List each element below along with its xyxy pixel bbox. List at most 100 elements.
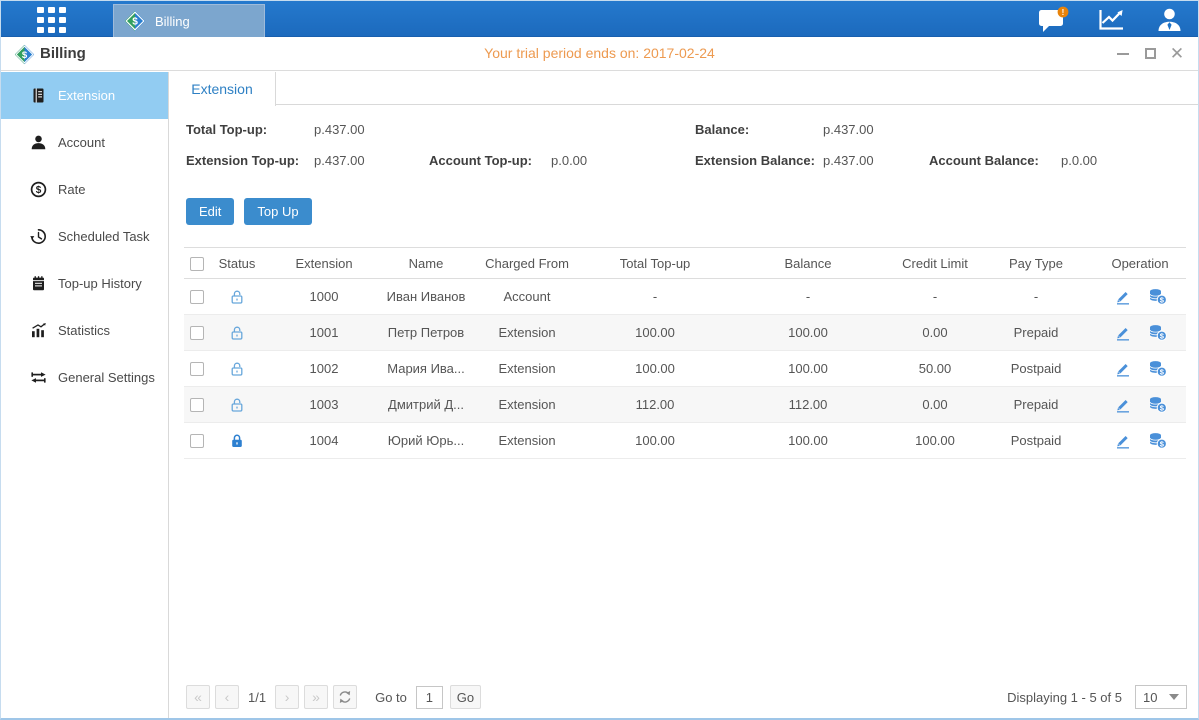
main-content: Extension Total Top-up: p.437.00 Balance… [169,72,1199,718]
topbar-billing-tab[interactable]: $ Billing [113,4,265,37]
edit-row-icon[interactable] [1114,433,1132,449]
top-up-row-icon[interactable]: $ [1148,432,1167,449]
cell-extension: 1003 [264,387,384,423]
cell-credit-limit: 0.00 [892,387,978,423]
displaying-info: Displaying 1 - 5 of 5 [1007,690,1122,705]
top-up-row-icon[interactable]: $ [1148,324,1167,341]
extension-balance-value: p.437.00 [823,153,874,168]
top-up-row-icon[interactable]: $ [1148,396,1167,413]
extensions-table: Status Extension Name Charged From Total… [184,247,1186,459]
sidebar-item-general-settings[interactable]: General Settings [1,354,168,401]
last-page-button[interactable]: » [304,685,328,709]
edit-row-icon[interactable] [1114,289,1132,305]
unlocked-icon [229,397,245,413]
tab-bar: Extension [169,72,1199,105]
sidebar-item-topup-history[interactable]: Top-up History [1,260,168,307]
col-pay-type: Pay Type [978,248,1094,279]
cell-charged-from: Extension [468,387,586,423]
cell-balance: 100.00 [724,423,892,459]
page-size-select[interactable]: 10 [1135,685,1187,709]
row-checkbox[interactable] [190,326,204,340]
cell-extension: 1001 [264,315,384,351]
cell-credit-limit: 50.00 [892,351,978,387]
apps-grid-icon[interactable] [37,7,67,33]
prev-page-button[interactable]: ‹ [215,685,239,709]
col-balance: Balance [724,248,892,279]
next-page-button[interactable]: › [275,685,299,709]
svg-text:$: $ [36,185,42,196]
cell-pay-type: Postpaid [978,423,1094,459]
billing-summary: Total Top-up: p.437.00 Balance: p.437.00… [186,122,1199,184]
cell-balance: 112.00 [724,387,892,423]
cell-charged-from: Extension [468,315,586,351]
cell-pay-type: Postpaid [978,351,1094,387]
sidebar-item-statistics[interactable]: Statistics [1,307,168,354]
pagination-bar: « ‹ 1/1 › » Go to Go Displaying 1 [186,684,1187,710]
goto-page-input[interactable] [416,686,443,709]
maximize-button[interactable] [1143,47,1157,61]
extension-topup-label: Extension Top-up: [186,153,299,168]
sidebar-item-scheduled-task[interactable]: Scheduled Task [1,213,168,260]
edit-row-icon[interactable] [1114,361,1132,377]
sidebar-item-account[interactable]: Account [1,119,168,166]
cell-total-topup: 100.00 [586,423,724,459]
sidebar-item-label: Account [58,135,105,150]
messages-icon[interactable]: ! [1024,4,1082,34]
edit-row-icon[interactable] [1114,325,1132,341]
billing-diamond-icon: $ [124,10,146,32]
cell-extension: 1000 [264,279,384,315]
col-extension: Extension [264,248,384,279]
billing-app-window: $ Billing ! [0,0,1199,720]
top-up-row-icon[interactable]: $ [1148,288,1167,305]
cell-name: Мария Ива... [384,351,468,387]
statistics-chart-icon[interactable] [1082,4,1140,34]
edit-row-icon[interactable] [1114,397,1132,413]
cell-extension: 1002 [264,351,384,387]
svg-text:$: $ [22,50,28,61]
topup-history-icon [30,275,47,292]
general-settings-icon [30,369,47,386]
notification-badge: ! [1061,7,1064,16]
cell-name: Иван Иванов [384,279,468,315]
top-up-button[interactable]: Top Up [244,198,311,225]
tab-extension[interactable]: Extension [169,72,276,106]
extension-balance-label: Extension Balance: [695,153,815,168]
table-header-row: Status Extension Name Charged From Total… [184,248,1186,279]
go-button[interactable]: Go [450,685,481,709]
close-button[interactable]: ✕ [1170,47,1184,61]
col-charged-from: Charged From [468,248,586,279]
extension-topup-value: p.437.00 [314,153,365,168]
topbar-tab-label: Billing [155,14,190,29]
user-account-icon[interactable] [1140,4,1198,34]
col-status: Status [210,248,264,279]
cell-extension: 1004 [264,423,384,459]
sidebar-item-extension[interactable]: Extension [1,72,168,119]
window-title-bar: $ Billing Your trial period ends on: 201… [1,37,1198,71]
row-checkbox[interactable] [190,362,204,376]
first-page-button[interactable]: « [186,685,210,709]
row-checkbox[interactable] [190,398,204,412]
billing-diamond-icon: $ [14,44,35,65]
table-row: 1001 Петр Петров Extension 100.00 100.00… [184,315,1186,351]
cell-total-topup: 100.00 [586,315,724,351]
trial-notice: Your trial period ends on: 2017-02-24 [1,37,1198,70]
sidebar-item-rate[interactable]: $ Rate [1,166,168,213]
minimize-button[interactable] [1116,47,1130,61]
cell-credit-limit: - [892,279,978,315]
cell-credit-limit: 0.00 [892,315,978,351]
account-topup-value: p.0.00 [551,153,587,168]
edit-button[interactable]: Edit [186,198,234,225]
cell-name: Юрий Юрь... [384,423,468,459]
cell-balance: 100.00 [724,315,892,351]
cell-charged-from: Account [468,279,586,315]
cell-charged-from: Extension [468,423,586,459]
top-up-row-icon[interactable]: $ [1148,360,1167,377]
refresh-button[interactable] [333,685,357,709]
table-row: 1002 Мария Ива... Extension 100.00 100.0… [184,351,1186,387]
row-checkbox[interactable] [190,434,204,448]
row-checkbox[interactable] [190,290,204,304]
cell-pay-type: Prepaid [978,387,1094,423]
select-all-checkbox[interactable] [190,257,204,271]
statistics-icon [30,322,47,339]
cell-credit-limit: 100.00 [892,423,978,459]
